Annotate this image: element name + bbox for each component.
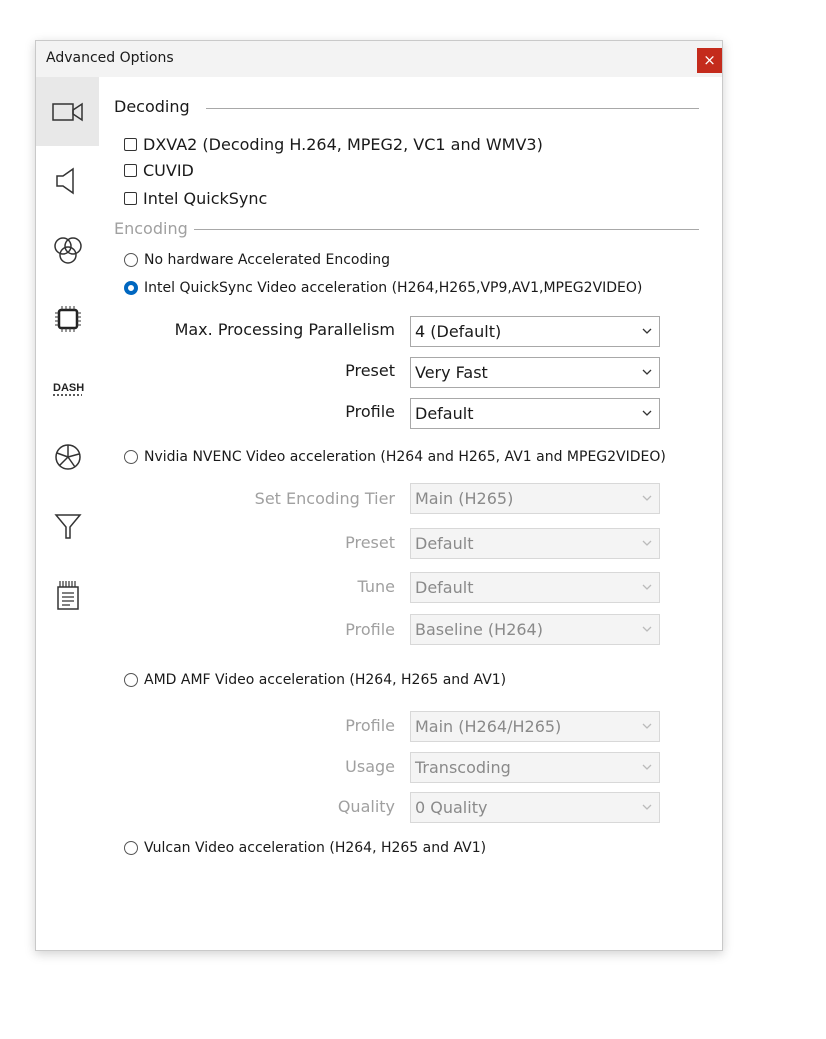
amd-usage-label: Usage — [345, 757, 395, 776]
chevron-down-icon — [642, 764, 652, 770]
nvidia-tune-select[interactable]: Default — [410, 572, 660, 603]
vulcan-label: Vulcan Video acceleration (H264, H265 an… — [144, 840, 487, 856]
nvidia-tune-value: Default — [415, 578, 474, 597]
dxva2-checkbox[interactable] — [124, 138, 137, 151]
amd-radio[interactable] — [124, 673, 138, 687]
cuvid-checkbox[interactable] — [124, 164, 137, 177]
pie-chart-icon — [54, 443, 81, 470]
nvidia-tier-value: Main (H265) — [415, 489, 514, 508]
intel-parallelism-value: 4 (Default) — [415, 322, 502, 341]
no-hw-label: No hardware Accelerated Encoding — [144, 252, 391, 268]
intel-preset-select[interactable]: Very Fast — [410, 357, 660, 388]
intel-profile-select[interactable]: Default — [410, 398, 660, 429]
sidebar-item-dash[interactable]: DASH — [36, 353, 99, 422]
nvidia-preset-label: Preset — [345, 533, 395, 552]
chevron-down-icon — [642, 495, 652, 501]
amd-quality-label: Quality — [337, 797, 395, 816]
amd-quality-value: 0 Quality — [415, 798, 488, 817]
amd-profile-label: Profile — [345, 716, 395, 735]
nvidia-preset-select[interactable]: Default — [410, 528, 660, 559]
amd-usage-select[interactable]: Transcoding — [410, 752, 660, 783]
intel-label: Intel QuickSync Video acceleration (H264… — [144, 280, 643, 296]
sidebar-item-audio[interactable] — [36, 146, 99, 215]
document-icon — [56, 580, 79, 610]
color-circles-icon — [53, 236, 82, 264]
advanced-options-window: Advanced Options × DASH Decoding DXVA2 (… — [35, 40, 723, 951]
chevron-down-icon — [642, 328, 652, 334]
nvidia-tune-label: Tune — [357, 577, 395, 596]
cuvid-checkbox-row[interactable]: CUVID — [124, 161, 194, 180]
sidebar-item-video[interactable] — [36, 77, 99, 146]
quicksync-decode-checkbox-row[interactable]: Intel QuickSync — [124, 189, 267, 208]
chevron-down-icon — [642, 540, 652, 546]
vulcan-radio-row[interactable]: Vulcan Video acceleration (H264, H265 an… — [124, 840, 486, 856]
amd-usage-value: Transcoding — [415, 758, 511, 777]
chevron-down-icon — [642, 584, 652, 590]
cpu-chip-icon — [54, 305, 81, 332]
window-title: Advanced Options — [46, 50, 174, 66]
chevron-down-icon — [642, 369, 652, 375]
svg-text:DASH: DASH — [53, 382, 84, 394]
close-button[interactable]: × — [697, 48, 722, 73]
amd-profile-value: Main (H264/H265) — [415, 717, 562, 736]
intel-parallelism-label: Max. Processing Parallelism — [174, 320, 395, 339]
nvidia-radio[interactable] — [124, 450, 138, 464]
nvidia-radio-row[interactable]: Nvidia NVENC Video acceleration (H264 an… — [124, 449, 666, 465]
sidebar-item-effects[interactable] — [36, 422, 99, 491]
intel-radio[interactable] — [124, 281, 138, 295]
no-hw-radio-row[interactable]: No hardware Accelerated Encoding — [124, 252, 390, 268]
intel-profile-label: Profile — [345, 402, 395, 421]
chevron-down-icon — [642, 804, 652, 810]
quicksync-decode-label: Intel QuickSync — [143, 189, 268, 208]
chevron-down-icon — [642, 410, 652, 416]
amd-label: AMD AMF Video acceleration (H264, H265 a… — [144, 672, 507, 688]
amd-profile-select[interactable]: Main (H264/H265) — [410, 711, 660, 742]
nvidia-label: Nvidia NVENC Video acceleration (H264 an… — [144, 449, 666, 465]
intel-preset-label: Preset — [345, 361, 395, 380]
nvidia-profile-select[interactable]: Baseline (H264) — [410, 614, 660, 645]
vulcan-radio[interactable] — [124, 841, 138, 855]
dxva2-checkbox-row[interactable]: DXVA2 (Decoding H.264, MPEG2, VC1 and WM… — [124, 135, 543, 154]
encoding-divider — [194, 229, 699, 230]
video-camera-icon — [51, 102, 83, 121]
nvidia-profile-label: Profile — [345, 620, 395, 639]
sidebar-item-filter[interactable] — [36, 491, 99, 560]
cuvid-label: CUVID — [143, 161, 194, 180]
filter-icon — [53, 513, 82, 539]
amd-quality-select[interactable]: 0 Quality — [410, 792, 660, 823]
intel-preset-value: Very Fast — [415, 363, 488, 382]
decoding-divider — [206, 108, 699, 109]
chevron-down-icon — [642, 626, 652, 632]
dxva2-label: DXVA2 (Decoding H.264, MPEG2, VC1 and WM… — [143, 135, 543, 154]
no-hw-radio[interactable] — [124, 253, 138, 267]
quicksync-decode-checkbox[interactable] — [124, 192, 137, 205]
decoding-header: Decoding — [114, 97, 190, 116]
nvidia-preset-value: Default — [415, 534, 474, 553]
sidebar-item-color[interactable] — [36, 215, 99, 284]
nvidia-tier-select[interactable]: Main (H265) — [410, 483, 660, 514]
encoding-header: Encoding — [114, 219, 188, 238]
amd-radio-row[interactable]: AMD AMF Video acceleration (H264, H265 a… — [124, 672, 506, 688]
sidebar-item-hardware[interactable] — [36, 284, 99, 353]
title-bar[interactable]: Advanced Options × — [36, 41, 722, 77]
speaker-icon — [55, 167, 74, 194]
chevron-down-icon — [642, 723, 652, 729]
intel-parallelism-select[interactable]: 4 (Default) — [410, 316, 660, 347]
sidebar-item-log[interactable] — [36, 560, 99, 629]
intel-radio-row[interactable]: Intel QuickSync Video acceleration (H264… — [124, 280, 642, 296]
nvidia-tier-label: Set Encoding Tier — [254, 489, 395, 508]
nvidia-profile-value: Baseline (H264) — [415, 620, 543, 639]
dash-icon: DASH — [52, 382, 84, 396]
intel-profile-value: Default — [415, 404, 474, 423]
